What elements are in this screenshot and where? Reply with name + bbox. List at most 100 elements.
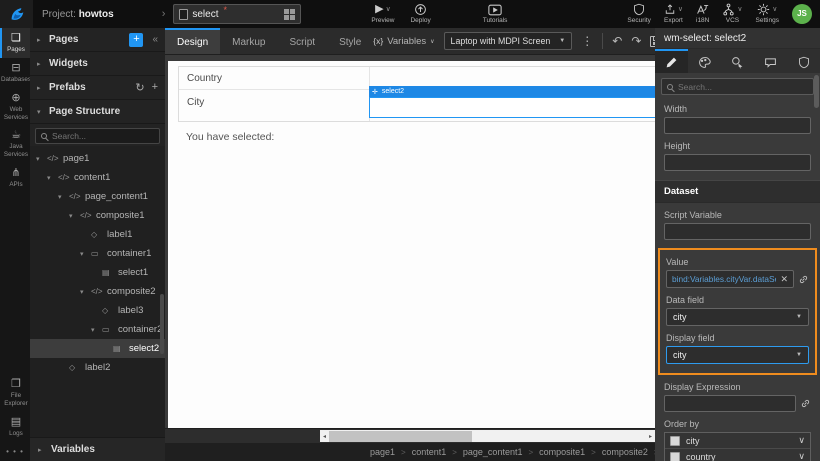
chevron-down-icon[interactable]: ∨ bbox=[798, 435, 805, 446]
script-variable-input[interactable] bbox=[664, 223, 811, 240]
tree-expanded-icon[interactable]: ▾ bbox=[47, 174, 55, 182]
section-variables[interactable]: ▸ Variables bbox=[30, 437, 165, 461]
select2-input[interactable] bbox=[369, 97, 655, 118]
breadcrumb-item[interactable]: composite2 bbox=[602, 447, 648, 457]
section-widgets[interactable]: ▸ Widgets bbox=[30, 52, 165, 76]
canvas-tab-design[interactable]: Design bbox=[165, 28, 220, 54]
structure-search-input[interactable] bbox=[52, 131, 154, 141]
rail-more-icon[interactable]: • • • bbox=[0, 442, 30, 461]
tree-expanded-icon[interactable]: ▾ bbox=[80, 288, 88, 296]
height-input[interactable] bbox=[664, 154, 811, 171]
tree-scrollbar[interactable] bbox=[160, 294, 164, 354]
width-input[interactable] bbox=[664, 117, 811, 134]
project-name[interactable]: Project: howtos bbox=[42, 9, 114, 20]
breadcrumb-item[interactable]: page1 bbox=[370, 447, 395, 457]
settings-button[interactable]: ∨ Settings bbox=[756, 4, 780, 25]
section-prefabs[interactable]: ▸ Prefabs ↻+ bbox=[30, 76, 165, 100]
tutorials-button[interactable]: Tutorials bbox=[483, 4, 508, 25]
tab-styles[interactable] bbox=[688, 49, 721, 73]
value-input[interactable]: bind:Variables.cityVar.dataSet ✕ bbox=[666, 270, 794, 288]
tree-item-content1[interactable]: ▾</>content1 bbox=[30, 168, 165, 187]
display-expression-input[interactable] bbox=[664, 395, 796, 412]
i18n-button[interactable]: i18N bbox=[696, 4, 709, 25]
rail-item-logs[interactable]: ▤Logs bbox=[0, 412, 30, 442]
tree-expanded-icon[interactable]: ▾ bbox=[69, 212, 77, 220]
preview-button[interactable]: ▶∨ Preview bbox=[371, 4, 394, 25]
inspector-scrollbar[interactable] bbox=[814, 75, 819, 108]
tree-item-composite1[interactable]: ▾</>composite1 bbox=[30, 206, 165, 225]
scrollbar-thumb[interactable] bbox=[329, 431, 472, 442]
tree-item-page1[interactable]: ▾</>page1 bbox=[30, 149, 165, 168]
order-by-row-country[interactable]: country∨ bbox=[665, 449, 810, 461]
rail-item-pages[interactable]: ❏Pages bbox=[0, 28, 30, 58]
undo-icon[interactable]: ↶ bbox=[612, 34, 622, 48]
variables-button[interactable]: {x}Variables∨ bbox=[373, 36, 434, 47]
page-tab[interactable]: select * bbox=[173, 4, 301, 24]
design-page[interactable]: Country City ✛ select2 You have selected… bbox=[168, 61, 655, 428]
tab-events[interactable] bbox=[721, 49, 754, 73]
tree-item-select1[interactable]: ▤select1 bbox=[30, 263, 165, 282]
scroll-left-icon[interactable]: ◂ bbox=[320, 433, 329, 440]
device-selector[interactable]: Laptop with MDPI Screen▼ bbox=[444, 32, 573, 50]
property-search-input[interactable] bbox=[678, 82, 808, 92]
tree-expanded-icon[interactable]: ▾ bbox=[91, 326, 99, 334]
tree-item-label3[interactable]: ◇label3 bbox=[30, 301, 165, 320]
display-field-select[interactable]: city ▼ bbox=[666, 346, 809, 364]
property-search[interactable] bbox=[661, 78, 814, 95]
breadcrumb-item[interactable]: page_content1 bbox=[463, 447, 523, 457]
kebab-menu-icon[interactable]: ⋮ bbox=[581, 34, 593, 48]
tree-item-container1[interactable]: ▾▭container1 bbox=[30, 244, 165, 263]
rail-item-databases[interactable]: ⊟Databases bbox=[0, 58, 30, 88]
collapse-panel-icon[interactable]: « bbox=[152, 34, 158, 45]
tree-expanded-icon[interactable]: ▾ bbox=[58, 193, 66, 201]
breadcrumb-item[interactable]: content1 bbox=[412, 447, 447, 457]
user-avatar[interactable]: JS bbox=[792, 4, 812, 24]
grid-icon[interactable] bbox=[284, 9, 295, 20]
wavemaker-logo[interactable] bbox=[0, 0, 33, 28]
structure-search[interactable] bbox=[35, 128, 160, 144]
export-button[interactable]: ∨ Export bbox=[664, 4, 683, 25]
vcs-button[interactable]: ∨ VCS bbox=[722, 4, 742, 25]
add-prefab-icon[interactable]: + bbox=[152, 81, 158, 94]
security-button[interactable]: Security bbox=[627, 4, 650, 25]
country-label[interactable]: Country bbox=[187, 73, 222, 84]
city-label[interactable]: City bbox=[187, 97, 204, 108]
redo-icon[interactable]: ↷ bbox=[631, 34, 641, 48]
chevron-down-icon[interactable]: ∨ bbox=[798, 451, 805, 461]
checkbox[interactable] bbox=[670, 452, 680, 461]
canvas-tab-markup[interactable]: Markup bbox=[220, 28, 277, 54]
tree-item-composite2[interactable]: ▾</>composite2 bbox=[30, 282, 165, 301]
tree-item-label2[interactable]: ◇label2 bbox=[30, 358, 165, 377]
select2-selection-bar[interactable]: ✛ select2 bbox=[369, 86, 655, 97]
tree-item-select2[interactable]: ▤select2 bbox=[30, 339, 165, 358]
horizontal-scrollbar[interactable]: ◂ ▸ bbox=[320, 430, 655, 442]
section-page-structure[interactable]: ▾ Page Structure bbox=[30, 100, 165, 124]
checkbox[interactable] bbox=[670, 436, 680, 446]
scroll-right-icon[interactable]: ▸ bbox=[646, 433, 655, 440]
bind-link-icon[interactable] bbox=[800, 398, 811, 409]
breadcrumb-item[interactable]: composite1 bbox=[539, 447, 585, 457]
data-field-select[interactable]: city ▼ bbox=[666, 308, 809, 326]
rail-item-java-services[interactable]: ☕Java Services bbox=[0, 125, 30, 163]
section-pages[interactable]: ▸ Pages + « bbox=[30, 28, 165, 52]
canvas-tab-script[interactable]: Script bbox=[278, 28, 328, 54]
bind-link-icon[interactable] bbox=[798, 274, 809, 285]
rail-item-web-services[interactable]: ⊕Web Services bbox=[0, 88, 30, 126]
order-by-row-city[interactable]: city∨ bbox=[665, 433, 810, 449]
tab-device[interactable] bbox=[754, 49, 787, 73]
add-page-button[interactable]: + bbox=[129, 33, 143, 47]
refresh-icon[interactable]: ↻ bbox=[135, 81, 144, 94]
tab-security[interactable] bbox=[787, 49, 820, 73]
tab-properties[interactable] bbox=[655, 49, 688, 73]
clear-icon[interactable]: ✕ bbox=[780, 274, 788, 285]
tree-item-container2[interactable]: ▾▭container2 bbox=[30, 320, 165, 339]
canvas-tab-style[interactable]: Style bbox=[327, 28, 373, 54]
select2-widget[interactable]: ✛ select2 bbox=[369, 86, 655, 118]
rail-item-apis[interactable]: ⋔APIs bbox=[0, 163, 30, 193]
deploy-button[interactable]: Deploy bbox=[410, 4, 430, 25]
tree-item-page_content1[interactable]: ▾</>page_content1 bbox=[30, 187, 165, 206]
tree-expanded-icon[interactable]: ▾ bbox=[36, 155, 44, 163]
tree-item-label1[interactable]: ◇label1 bbox=[30, 225, 165, 244]
rail-item-file-explorer[interactable]: ❐File Explorer bbox=[0, 374, 30, 412]
tree-expanded-icon[interactable]: ▾ bbox=[80, 250, 88, 258]
